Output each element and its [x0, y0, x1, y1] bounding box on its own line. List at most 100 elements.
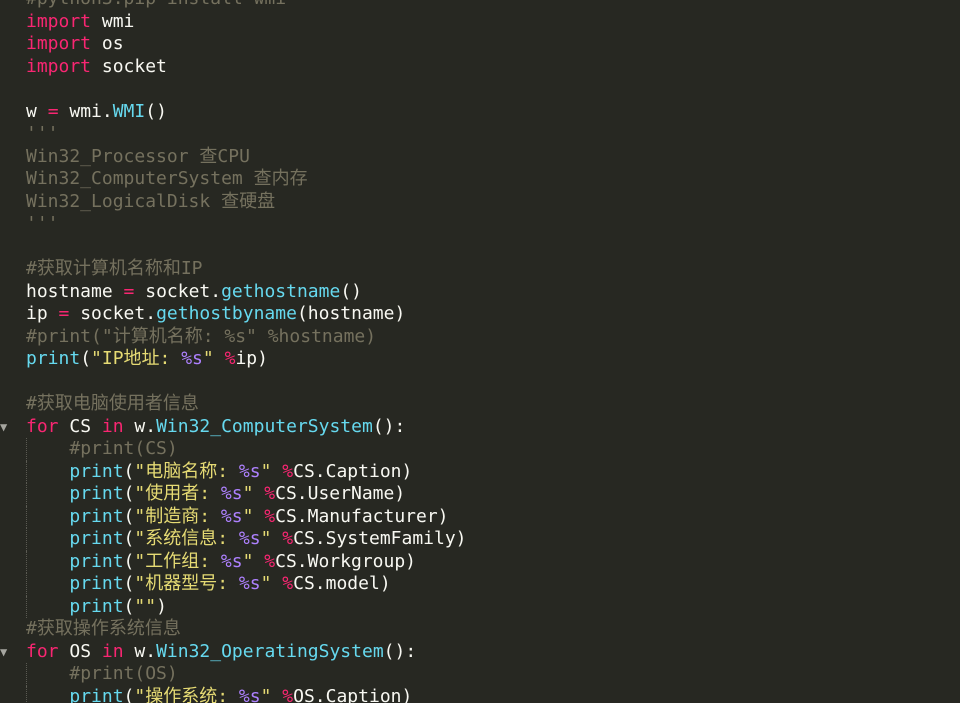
code-line[interactable]: Win32_LogicalDisk 查硬盘: [0, 191, 960, 214]
code-line[interactable]: print("制造商: %s" %CS.Manufacturer): [0, 505, 960, 528]
code-token: gethostname: [221, 280, 341, 302]
code-token: (): [340, 280, 362, 302]
code-line[interactable]: import os: [0, 33, 960, 56]
code-token: import: [26, 10, 92, 32]
code-line[interactable]: ''': [0, 213, 960, 236]
code-token: print: [69, 483, 124, 504]
code-line[interactable]: print("系统信息: %s" %CS.SystemFamily): [0, 528, 960, 551]
code-token: socket.: [134, 280, 222, 302]
code-token: #print("计算机名称: %s" %hostname): [26, 325, 377, 347]
code-token: %s: [238, 685, 261, 703]
code-token: for: [26, 640, 59, 662]
code-token: (: [123, 573, 135, 594]
code-token: (: [123, 685, 135, 703]
code-token: ": [260, 685, 272, 703]
code-token: (: [123, 505, 135, 527]
code-token: ": [202, 348, 214, 369]
code-line[interactable]: [0, 236, 960, 259]
indent-guide: [26, 573, 27, 596]
code-token: w.: [123, 640, 157, 662]
code-line[interactable]: #print(OS): [0, 663, 960, 686]
code-line[interactable]: print("机器型号: %s" %CS.model): [0, 573, 960, 596]
code-line[interactable]: ''': [0, 123, 960, 146]
code-token: (: [80, 348, 92, 369]
code-line[interactable]: print("使用者: %s" %CS.UserName): [0, 483, 960, 506]
code-token: ": [242, 505, 254, 527]
code-token: "系统信息:: [134, 528, 239, 549]
code-token: ():: [383, 640, 417, 662]
code-token: %s: [220, 505, 243, 527]
code-line[interactable]: #获取电脑使用者信息: [0, 393, 960, 416]
code-line[interactable]: hostname = socket.gethostname(): [0, 281, 960, 304]
code-line[interactable]: Win32_ComputerSystem 查内存: [0, 168, 960, 191]
indent-guide: [26, 595, 27, 618]
code-token: ip: [26, 303, 59, 324]
indent-guide: [26, 505, 27, 528]
code-token: gethostbyname: [156, 303, 297, 324]
code-line[interactable]: #获取操作系统信息: [0, 618, 960, 641]
code-line[interactable]: ▼ for CS in w.Win32_ComputerSystem():: [0, 416, 960, 439]
code-token: %s: [238, 528, 261, 549]
code-token: #获取操作系统信息: [26, 618, 181, 639]
code-line[interactable]: ▼ for OS in w.Win32_OperatingSystem():: [0, 641, 960, 664]
code-token: CS.model): [293, 573, 391, 594]
code-line[interactable]: #print(CS): [0, 438, 960, 461]
code-token: =: [58, 303, 70, 324]
code-line[interactable]: [0, 78, 960, 101]
code-token: Win32_LogicalDisk 查硬盘: [26, 190, 276, 212]
code-token: %: [282, 528, 294, 549]
code-token: %s: [238, 573, 261, 594]
code-line[interactable]: print("操作系统: %s" %OS.Caption): [0, 685, 960, 703]
code-line[interactable]: w = wmi.WMI(): [0, 101, 960, 124]
code-line[interactable]: ip = socket.gethostbyname(hostname): [0, 303, 960, 326]
code-token: OS.Caption): [293, 685, 413, 703]
code-token: ": [242, 550, 254, 572]
code-line[interactable]: print(""): [0, 595, 960, 618]
fold-arrow-icon[interactable]: ▼: [0, 641, 10, 664]
code-token: CS.SystemFamily): [293, 528, 467, 549]
code-token: "机器型号:: [134, 573, 239, 594]
code-line[interactable]: #python3:pip install wmi: [0, 0, 960, 11]
code-token: Win32_Processor 查CPU: [26, 145, 250, 167]
code-token: %s: [220, 483, 243, 504]
code-token: "使用者:: [134, 483, 221, 504]
code-line[interactable]: [0, 371, 960, 394]
code-editor[interactable]: #python3:pip install wmiimport wmiimport…: [0, 0, 960, 703]
code-token: print: [26, 348, 81, 369]
fold-arrow-icon[interactable]: ▼: [0, 416, 10, 439]
code-token: (: [123, 550, 135, 572]
indent-guide: [26, 550, 27, 573]
code-line[interactable]: #print("计算机名称: %s" %hostname): [0, 326, 960, 349]
code-token: for: [26, 415, 59, 437]
code-token: hostname: [26, 280, 124, 302]
code-token: ip): [235, 348, 268, 369]
indent-guide: [26, 663, 27, 686]
code-line[interactable]: print("电脑名称: %s" %CS.Caption): [0, 460, 960, 483]
code-token: %s: [181, 348, 203, 369]
code-token: ": [242, 483, 254, 504]
indent-guide: [26, 685, 27, 703]
code-token: ): [156, 595, 167, 617]
code-token: "电脑名称:: [134, 460, 239, 482]
code-token: =: [47, 100, 59, 122]
code-token: =: [123, 280, 135, 302]
code-token: OS: [58, 640, 102, 662]
code-token: ": [260, 528, 272, 549]
code-line[interactable]: #获取计算机名称和IP: [0, 258, 960, 281]
code-token: #获取电脑使用者信息: [26, 393, 199, 414]
code-line[interactable]: print("IP地址: %s" %ip): [0, 348, 960, 371]
code-token: CS.Workgroup): [275, 550, 417, 572]
code-token: print: [69, 460, 124, 482]
code-line[interactable]: print("工作组: %s" %CS.Workgroup): [0, 550, 960, 573]
code-line[interactable]: Win32_Processor 查CPU: [0, 146, 960, 169]
code-line[interactable]: import wmi: [0, 11, 960, 34]
code-line[interactable]: import socket: [0, 56, 960, 79]
code-token: %: [282, 573, 294, 594]
